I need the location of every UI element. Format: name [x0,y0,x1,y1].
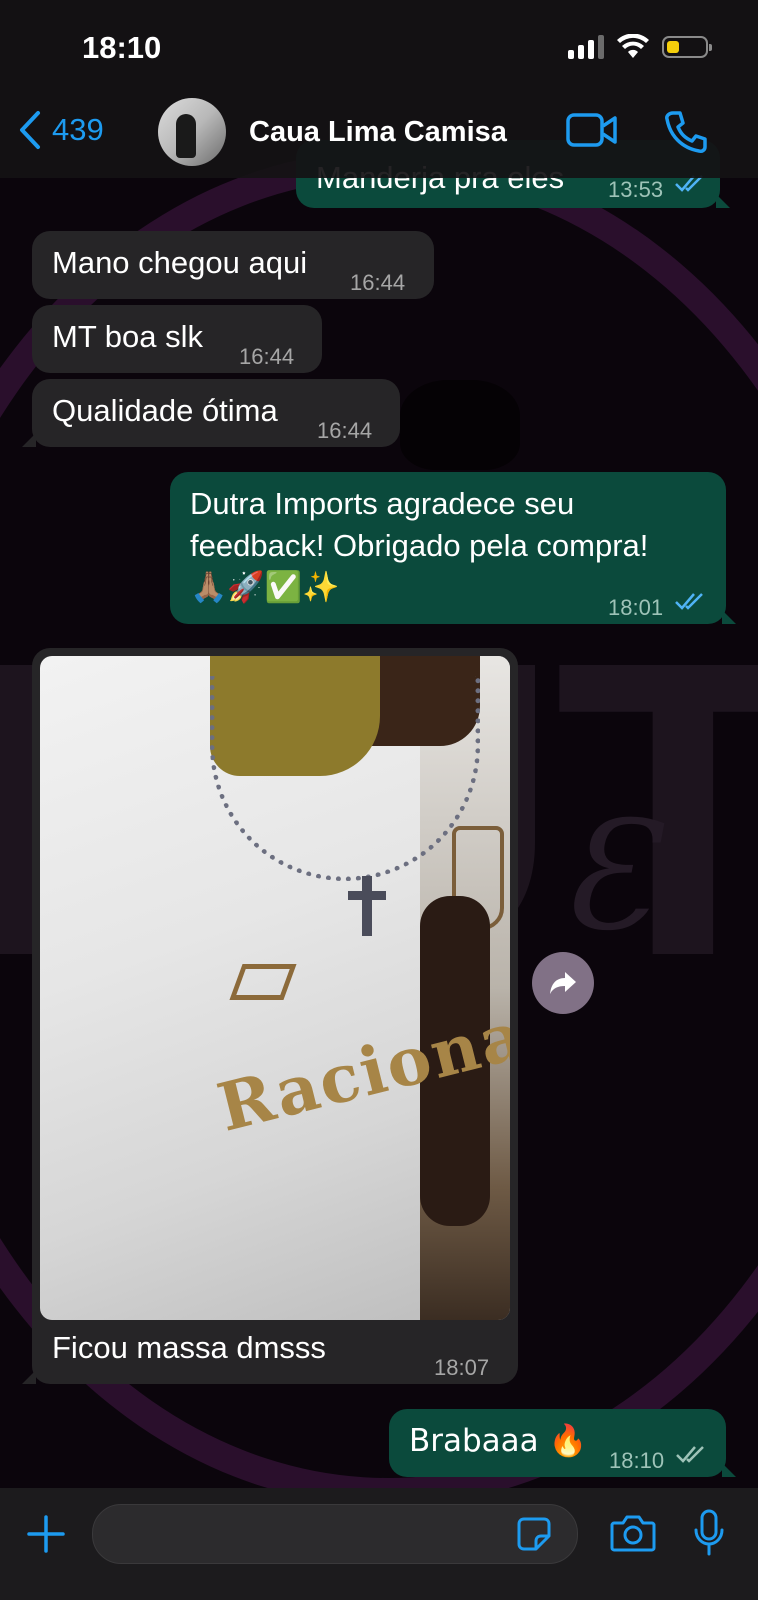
bubble-tail [722,610,736,624]
message-bubble-incoming[interactable]: MT boa slk 16:44 [32,305,322,373]
video-call-button[interactable] [566,112,618,153]
contact-name[interactable]: Caua Lima Camisa [249,116,507,149]
share-arrow-icon [550,972,576,994]
bubble-tail [22,1370,36,1384]
message-time: 16:44 [317,418,373,443]
message-text: MT boa slk [52,319,204,354]
bubble-tail [716,194,730,208]
wallpaper-figure [400,380,520,470]
video-camera-icon [566,113,617,147]
phone-icon [665,111,707,153]
microphone-icon [694,1509,724,1556]
cellular-signal-icon [568,35,604,59]
message-bubble-incoming[interactable]: Mano chegou aqui 16:44 [32,231,434,299]
double-check-read-icon [675,593,703,610]
voice-call-button[interactable] [664,110,708,159]
camera-icon [610,1515,656,1552]
message-text: Dutra Imports agradece seu [190,486,575,521]
battery-icon [662,36,712,58]
image-message-bubble[interactable]: Raciona Ficou massa dmsss 18:07 [22,648,518,1384]
camera-button[interactable] [610,1514,656,1557]
message-time: 16:44 [350,270,406,295]
back-button[interactable]: 439 [18,110,104,150]
message-text: Qualidade ótima [52,393,278,428]
message-text: Brabaaa 🔥 [409,1423,588,1459]
contact-avatar[interactable] [158,98,226,166]
message-input-bar [0,1488,758,1600]
chevron-left-icon [20,111,40,149]
message-time: 16:44 [239,344,295,369]
message-time: 18:07 [434,1355,490,1380]
message-photo[interactable]: Raciona [40,656,510,1320]
plus-icon [27,1515,65,1553]
wifi-icon [617,34,649,58]
unread-count: 439 [52,112,104,147]
message-text: Mano chegou aqui [52,245,308,280]
sticker-icon [517,1517,551,1551]
message-input-field[interactable] [92,1504,578,1564]
status-time: 18:10 [82,30,162,65]
sticker-button[interactable] [516,1516,552,1557]
message-time: 18:10 [609,1448,665,1473]
message-input[interactable] [93,1505,577,1563]
forward-button[interactable] [532,952,594,1014]
bubble-tail [722,1463,736,1477]
bubble-tail [22,433,36,447]
message-bubble-outgoing[interactable]: Dutra Imports agradece seu feedback! Obr… [170,472,736,624]
message-bubble-incoming[interactable]: Qualidade ótima 16:44 [22,379,400,447]
message-bubble-outgoing[interactable]: Brabaaa 🔥 18:10 [389,1409,736,1477]
wallpaper-script: Ɛ [560,790,654,964]
brand-logo [229,964,297,1000]
double-check-delivered-icon [676,1446,704,1463]
message-emojis: 🙏🏽🚀✅✨ [190,570,340,605]
message-caption: Ficou massa dmsss [52,1330,326,1365]
message-text: feedback! Obrigado pela compra! [190,528,649,563]
microphone-button[interactable] [692,1508,726,1563]
status-icons [568,34,712,60]
attach-button[interactable] [26,1514,66,1559]
chat-header: 18:10 439 Caua Lima Camisa [0,0,758,178]
message-time: 18:01 [608,595,664,620]
